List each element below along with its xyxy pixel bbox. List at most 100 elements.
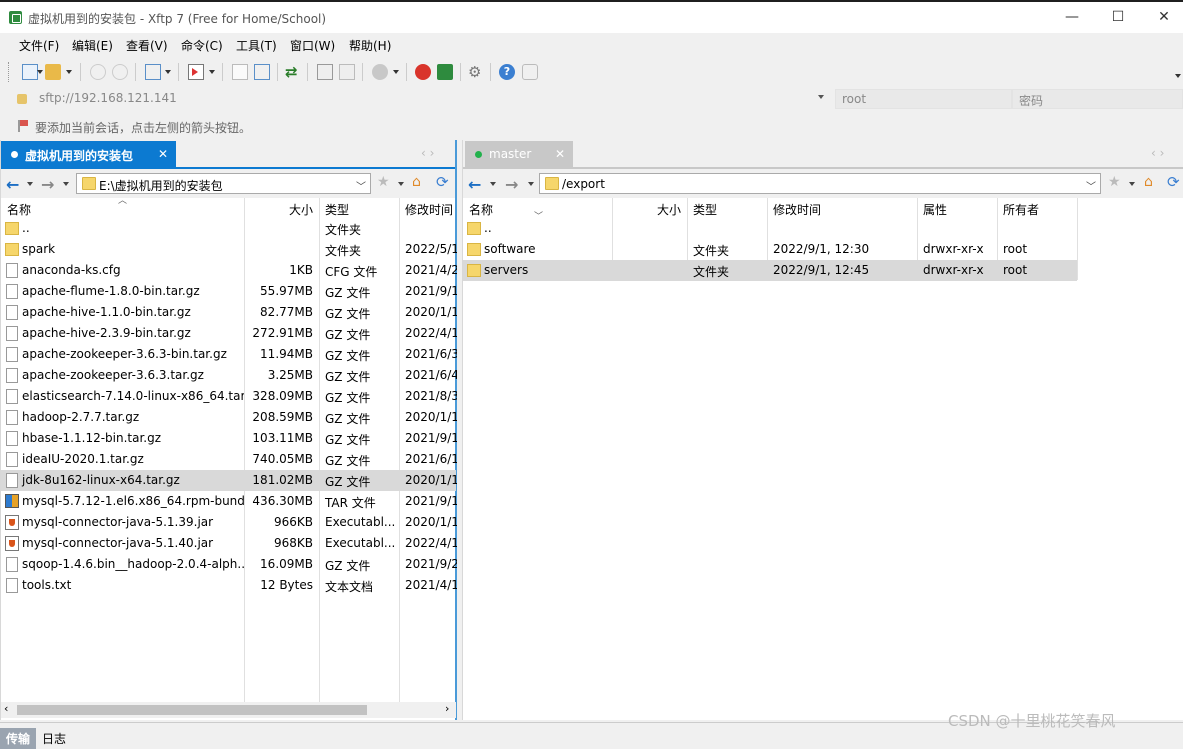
new-tab-icon[interactable] [145, 64, 161, 80]
menu-help[interactable]: 帮助(H) [349, 37, 391, 54]
terminal-icon[interactable] [188, 64, 204, 80]
back-arrow-icon[interactable]: ← [6, 175, 19, 194]
menu-command[interactable]: 命令(C) [181, 37, 223, 54]
refresh-icon[interactable]: ⟳ [436, 173, 449, 191]
sync-icon[interactable]: ⇄ [285, 64, 301, 80]
home-icon[interactable]: ⌂ [1144, 174, 1153, 190]
table-row[interactable]: spark 文件夹 2022/5/1 [1, 239, 457, 260]
close-window-button[interactable]: ✕ [1141, 2, 1183, 33]
chat-icon[interactable] [522, 64, 538, 80]
hint-flag-icon[interactable] [18, 120, 28, 132]
open-dropdown-icon[interactable] [66, 70, 72, 74]
table-row[interactable]: apache-flume-1.8.0-bin.tar.gz 55.97MB GZ 文… [1, 281, 457, 302]
tab-transfers[interactable]: 传输 [0, 728, 37, 749]
table-row[interactable]: anaconda-ks.cfg 1KB CFG 文件 2021/4/2 [1, 260, 457, 281]
menu-edit[interactable]: 编辑(E) [72, 37, 113, 54]
gear-icon[interactable]: ⚙ [468, 64, 484, 80]
new-session-dropdown-icon[interactable] [37, 70, 43, 74]
new-session-icon[interactable] [22, 64, 38, 80]
menu-window[interactable]: 窗口(W) [290, 37, 335, 54]
table-row[interactable]: elasticsearch-7.14.0-linux-x86_64.tar...… [1, 386, 457, 407]
back-dropdown-icon[interactable] [490, 182, 496, 186]
table-row[interactable]: apache-hive-1.1.0-bin.tar.gz 82.77MB GZ 文件… [1, 302, 457, 323]
properties-icon[interactable] [232, 64, 248, 80]
tab-scroll-arrows-icon[interactable]: ‹ › [421, 146, 434, 160]
home-icon[interactable]: ⌂ [412, 174, 421, 190]
table-row[interactable]: mysql-connector-java-5.1.40.jar 968KB Exec… [1, 533, 457, 554]
copy-icon[interactable] [317, 64, 333, 80]
tab-close-icon[interactable]: ✕ [555, 147, 565, 161]
path-dropdown-icon[interactable]: ﹀ [356, 178, 366, 193]
host-dropdown-icon[interactable] [818, 95, 824, 99]
maximize-button[interactable]: ☐ [1095, 2, 1141, 33]
xshell-icon[interactable] [415, 64, 431, 80]
forward-arrow-icon[interactable]: → [505, 175, 518, 194]
forward-arrow-icon[interactable]: → [41, 175, 54, 194]
table-row[interactable]: hadoop-2.7.7.tar.gz 208.59MB GZ 文件 2020/1/1 [1, 407, 457, 428]
table-row[interactable]: .. 文件夹 [1, 218, 456, 239]
remote-path-input[interactable]: /export ﹀ [539, 173, 1101, 194]
scroll-thumb[interactable] [17, 705, 367, 715]
col-modified[interactable]: 修改时间 [399, 198, 457, 218]
menu-view[interactable]: 查看(V) [126, 37, 168, 54]
table-row[interactable]: apache-hive-2.3.9-bin.tar.gz 272.91MB GZ 文… [1, 323, 457, 344]
table-row[interactable]: ideaIU-2020.1.tar.gz 740.05MB GZ 文件 2021/6/… [1, 449, 457, 470]
table-row[interactable]: mysql-5.7.12-1.el6.x86_64.rpm-bund... 436… [1, 491, 457, 512]
open-folder-icon[interactable] [45, 64, 61, 80]
table-row[interactable]: mysql-connector-java-5.1.39.jar 966KB Exec… [1, 512, 457, 533]
globe-dropdown-icon[interactable] [393, 70, 399, 74]
table-row[interactable]: jdk-8u162-linux-x64.tar.gz 181.02MB GZ 文件 2… [1, 470, 457, 491]
host-input[interactable]: sftp://192.168.121.141 [33, 89, 833, 109]
tab-close-icon[interactable]: ✕ [158, 147, 168, 161]
star-icon[interactable]: ★ [377, 174, 390, 190]
menu-tools[interactable]: 工具(T) [236, 37, 277, 54]
terminal-dropdown-icon[interactable] [209, 70, 215, 74]
forward-dropdown-icon[interactable] [528, 182, 534, 186]
horizontal-scrollbar[interactable]: ‹ › [1, 702, 456, 718]
table-row[interactable]: hbase-1.1.12-bin.tar.gz 103.11MB GZ 文件 2021… [1, 428, 457, 449]
xftp-icon[interactable] [437, 64, 453, 80]
transfer-icon[interactable] [254, 64, 270, 80]
disconnect-icon[interactable] [112, 64, 128, 80]
password-input[interactable]: 密码 [1012, 89, 1183, 109]
local-path-input[interactable]: E:\虚拟机用到的安装包 ﹀ [76, 173, 371, 194]
menu-file[interactable]: 文件(F) [19, 37, 59, 54]
table-row[interactable]: servers 文件夹 2022/9/1, 12:45 drwxr-xr-x root [463, 260, 1077, 281]
refresh-icon[interactable]: ⟳ [1167, 173, 1180, 191]
tab-log[interactable]: 日志 [36, 728, 72, 749]
col-type[interactable]: 类型 [319, 198, 399, 218]
col-owner[interactable]: 所有者 [997, 198, 1077, 218]
username-input[interactable]: root [835, 89, 1012, 109]
table-row[interactable]: apache-zookeeper-3.6.3-bin.tar.gz 11.94MB… [1, 344, 457, 365]
star-icon[interactable]: ★ [1108, 174, 1121, 190]
connect-icon[interactable] [90, 64, 106, 80]
col-attributes[interactable]: 属性 [917, 198, 997, 218]
tab-remote[interactable]: master ✕ [465, 141, 573, 167]
scroll-right-icon[interactable]: › [445, 702, 449, 715]
paste-icon[interactable] [339, 64, 355, 80]
tab-local[interactable]: 虚拟机用到的安装包 ✕ [1, 141, 176, 167]
minimize-button[interactable]: — [1049, 2, 1095, 33]
back-arrow-icon[interactable]: ← [468, 175, 481, 194]
new-tab-dropdown-icon[interactable] [165, 70, 171, 74]
table-row[interactable]: apache-zookeeper-3.6.3.tar.gz 3.25MB GZ 文件… [1, 365, 457, 386]
forward-dropdown-icon[interactable] [63, 182, 69, 186]
file-size: 11.94MB [260, 347, 313, 361]
path-dropdown-icon[interactable]: ﹀ [1086, 178, 1096, 193]
table-row[interactable]: sqoop-1.4.6.bin__hadoop-2.0.4-alph... 16.… [1, 554, 457, 575]
table-row[interactable]: tools.txt 12 Bytes 文本文档 2021/4/1 [1, 575, 457, 596]
table-row[interactable]: software 文件夹 2022/9/1, 12:30 drwxr-xr-x root [463, 239, 1077, 260]
scroll-left-icon[interactable]: ‹ [4, 702, 8, 715]
help-icon[interactable]: ? [499, 64, 515, 80]
tab-scroll-arrows-icon[interactable]: ‹ › [1151, 146, 1164, 160]
col-size[interactable]: 大小 [244, 198, 319, 218]
col-modified[interactable]: 修改时间 [767, 198, 917, 218]
back-dropdown-icon[interactable] [27, 182, 33, 186]
bookmark-dropdown-icon[interactable] [398, 182, 404, 186]
globe-icon[interactable] [372, 64, 388, 80]
col-type[interactable]: 类型 [687, 198, 767, 218]
bookmark-dropdown-icon[interactable] [1129, 182, 1135, 186]
col-size[interactable]: 大小 [612, 198, 687, 218]
table-row[interactable]: .. [463, 218, 1077, 239]
toolbar-overflow-icon[interactable] [1175, 74, 1181, 78]
